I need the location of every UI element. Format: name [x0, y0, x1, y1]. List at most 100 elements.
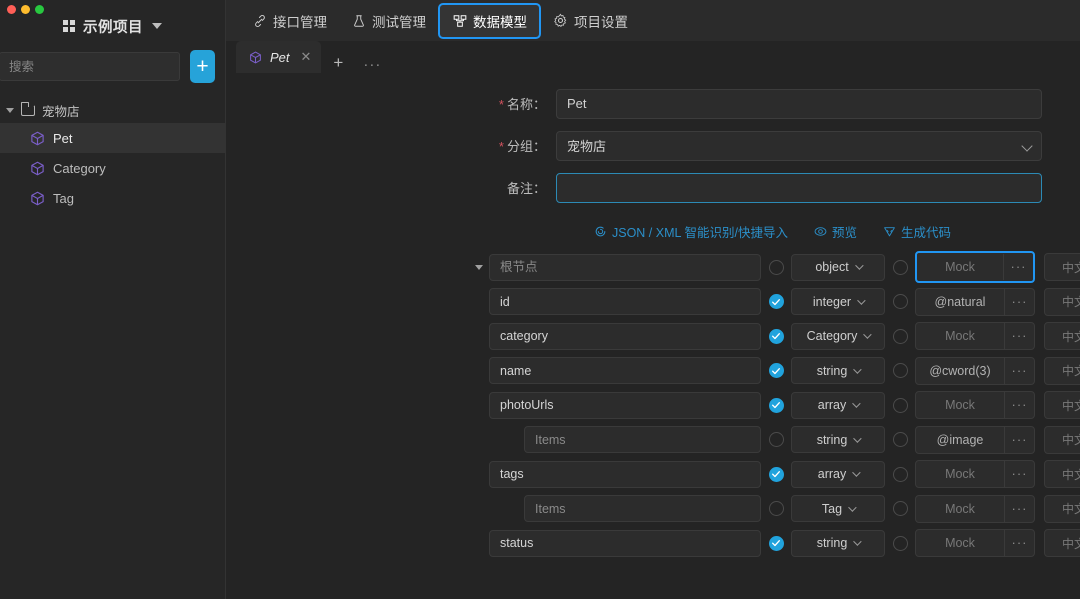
preview-link[interactable]: 预览	[814, 222, 857, 241]
json-xml-import-link[interactable]: JSON / XML 智能识别/快捷导入	[594, 222, 788, 241]
search-input[interactable]	[0, 52, 180, 81]
editor-tab-pet[interactable]: Pet ✕	[236, 41, 322, 73]
tab-data-model[interactable]: 数据模型	[438, 2, 541, 39]
type-select[interactable]: Category	[791, 322, 885, 350]
required-checkbox[interactable]	[768, 397, 784, 413]
close-window-button[interactable]	[7, 5, 16, 14]
cn-name-input[interactable]: 中文名	[1044, 391, 1080, 420]
mock-more-button[interactable]: ···	[1004, 288, 1034, 315]
tree-group-petstore[interactable]: 宠物店	[0, 97, 225, 123]
chevron-down-icon	[857, 296, 866, 305]
maximize-window-button[interactable]	[35, 5, 44, 14]
add-model-button[interactable]: +	[190, 50, 215, 83]
tab-project-settings[interactable]: 项目设置	[541, 3, 640, 39]
mock-more-button[interactable]: ···	[1003, 254, 1033, 281]
sidebar-item-tag[interactable]: Tag	[0, 183, 225, 213]
remark-input[interactable]	[556, 172, 1042, 203]
mock-input[interactable]: Mock ···	[915, 529, 1035, 558]
mock-value: Mock	[945, 260, 975, 275]
minimize-window-button[interactable]	[21, 5, 30, 14]
field-name-input[interactable]	[489, 357, 761, 385]
mock-input[interactable]: @natural ···	[915, 287, 1035, 316]
field-name-input[interactable]	[489, 322, 761, 350]
row-mock-cell: Mock ···	[915, 494, 1035, 523]
name-input[interactable]	[556, 88, 1042, 119]
row-secondary-toggle[interactable]	[892, 535, 908, 551]
mock-more-button[interactable]: ···	[1004, 323, 1034, 350]
row-secondary-toggle[interactable]	[892, 259, 908, 275]
triangle-down-icon[interactable]	[6, 107, 14, 113]
type-select[interactable]: string	[791, 529, 885, 557]
window-traffic-lights	[7, 5, 44, 14]
row-secondary-toggle[interactable]	[892, 501, 908, 517]
triangle-down-icon[interactable]	[475, 264, 483, 270]
mock-more-button[interactable]: ···	[1004, 461, 1034, 488]
row-secondary-toggle[interactable]	[892, 432, 908, 448]
required-checkbox[interactable]	[768, 294, 784, 310]
type-select[interactable]: object	[791, 253, 885, 281]
model-icon	[452, 13, 467, 28]
required-checkbox[interactable]	[768, 259, 784, 275]
close-icon[interactable]: ✕	[301, 49, 312, 65]
row-type-cell: object	[791, 253, 885, 281]
type-select[interactable]: array	[791, 460, 885, 488]
row-secondary-toggle[interactable]	[892, 363, 908, 379]
row-secondary-toggle[interactable]	[892, 294, 908, 310]
field-name-input[interactable]	[524, 426, 761, 454]
required-checkbox[interactable]	[768, 466, 784, 482]
sidebar-item-category[interactable]: Category	[0, 153, 225, 183]
mock-input[interactable]: @image ···	[915, 425, 1035, 454]
tab-more-button[interactable]: ···	[355, 56, 389, 73]
required-checkbox[interactable]	[768, 432, 784, 448]
row-secondary-toggle[interactable]	[892, 466, 908, 482]
sidebar-item-label: Category	[53, 160, 106, 176]
mock-input[interactable]: @cword(3) ···	[915, 356, 1035, 385]
cn-name-input[interactable]: 中文名	[1044, 425, 1080, 454]
mock-more-button[interactable]: ···	[1004, 530, 1034, 557]
chevron-down-icon	[852, 468, 861, 478]
generate-code-link[interactable]: 生成代码	[883, 222, 951, 241]
mock-input[interactable]: Mock ···	[915, 494, 1035, 523]
type-select[interactable]: array	[791, 391, 885, 419]
sidebar-item-pet[interactable]: Pet	[0, 123, 225, 153]
mock-input[interactable]: Mock ···	[915, 251, 1035, 284]
mock-more-button[interactable]: ···	[1004, 357, 1034, 384]
row-secondary-toggle[interactable]	[892, 397, 908, 413]
cn-name-input[interactable]: 中文名	[1044, 460, 1080, 489]
type-select[interactable]: integer	[791, 288, 885, 316]
cn-name-input[interactable]: 中文名	[1044, 322, 1080, 351]
mock-input[interactable]: Mock ···	[915, 460, 1035, 489]
required-checkbox[interactable]	[768, 363, 784, 379]
table-row: arrayMock···中文名标签···✕+	[469, 457, 1080, 492]
field-name-input[interactable]	[489, 529, 761, 557]
cn-name-input[interactable]: 中文名	[1044, 356, 1080, 385]
field-name-input[interactable]	[489, 288, 761, 316]
mock-more-button[interactable]: ···	[1004, 495, 1034, 522]
cn-name-input[interactable]: 中文名	[1044, 287, 1080, 316]
mock-more-button[interactable]: ···	[1004, 392, 1034, 419]
cn-name-input[interactable]: 中文名	[1044, 529, 1080, 558]
field-name-input[interactable]	[524, 495, 761, 523]
field-name-input[interactable]	[489, 253, 761, 281]
row-cnname-cell: 中文名	[1044, 460, 1080, 489]
row-secondary-toggle[interactable]	[892, 328, 908, 344]
mock-input[interactable]: Mock ···	[915, 322, 1035, 351]
row-type-cell: string	[791, 426, 885, 454]
mock-input[interactable]: Mock ···	[915, 391, 1035, 420]
group-select[interactable]	[556, 130, 1042, 161]
type-select[interactable]: string	[791, 426, 885, 454]
tab-interface-management[interactable]: 接口管理	[240, 3, 339, 39]
required-checkbox[interactable]	[768, 535, 784, 551]
field-name-input[interactable]	[489, 391, 761, 419]
type-select[interactable]: string	[791, 357, 885, 385]
mock-more-button[interactable]: ···	[1004, 426, 1034, 453]
tree-group-label: 宠物店	[42, 104, 80, 119]
field-name-input[interactable]	[489, 460, 761, 488]
cn-name-input[interactable]: 中文名	[1044, 494, 1080, 523]
cn-name-input[interactable]: 中文名	[1044, 253, 1080, 282]
required-checkbox[interactable]	[768, 328, 784, 344]
new-tab-button[interactable]: +	[321, 53, 355, 73]
required-checkbox[interactable]	[768, 501, 784, 517]
type-select[interactable]: Tag	[791, 495, 885, 523]
tab-test-management[interactable]: 测试管理	[339, 3, 438, 39]
